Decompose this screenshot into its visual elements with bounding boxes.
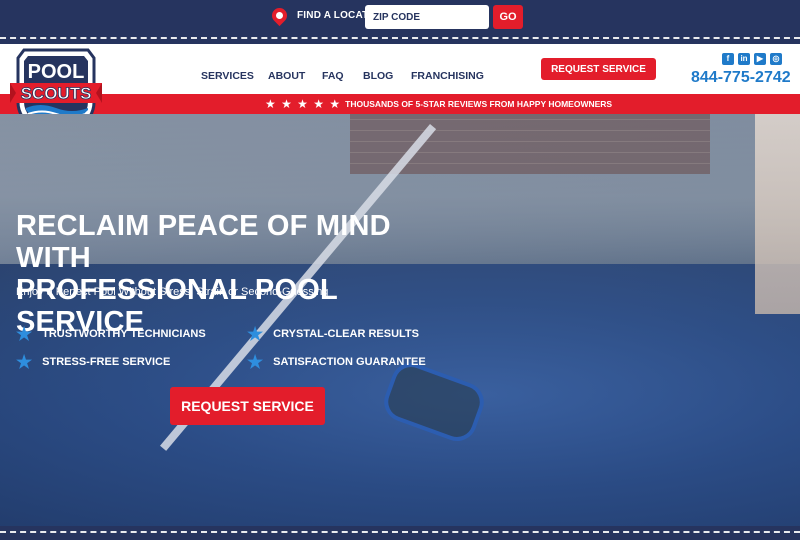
facebook-icon[interactable]: f [722, 53, 734, 65]
logo-line-pool: POOL [28, 61, 85, 83]
nav-item-faq[interactable]: FAQ [322, 70, 344, 82]
nav-item-services[interactable]: SERVICES [201, 70, 254, 82]
hero-background-person [755, 114, 800, 314]
star-rating-icon: ★ ★ ★ ★ ★ [265, 97, 342, 111]
star-icon: ★ [247, 352, 264, 372]
benefit-item: ★ STRESS-FREE SERVICE [16, 353, 170, 371]
zip-code-input[interactable] [365, 5, 489, 29]
star-icon: ★ [16, 352, 33, 372]
hero-subtitle: Enjoy a Perfect Pool Without Stress, Str… [16, 286, 329, 298]
location-bar: FIND A LOCATION GO [0, 0, 800, 44]
go-button[interactable]: GO [493, 5, 523, 29]
youtube-icon[interactable]: ▶ [754, 53, 766, 65]
hero-request-service-button[interactable]: REQUEST SERVICE [170, 387, 325, 425]
nav-item-blog[interactable]: BLOG [363, 70, 393, 82]
star-icon: ★ [16, 324, 33, 344]
phone-number[interactable]: 844-775-2742 [691, 69, 791, 87]
location-pin-icon [268, 4, 291, 27]
linkedin-icon[interactable]: in [738, 53, 750, 65]
benefit-label: STRESS-FREE SERVICE [42, 356, 171, 368]
request-service-button[interactable]: REQUEST SERVICE [541, 58, 656, 80]
hero-section: RECLAIM PEACE OF MIND WITH PROFESSIONAL … [0, 114, 800, 526]
logo-line-scouts: SCOUTS [21, 84, 92, 103]
main-nav: SERVICES ABOUT FAQ BLOG FRANCHISING REQU… [0, 44, 800, 94]
nav-item-about[interactable]: ABOUT [268, 70, 305, 82]
dashed-divider [0, 531, 800, 533]
reviews-strip: ★ ★ ★ ★ ★ THOUSANDS OF 5-STAR REVIEWS FR… [0, 94, 800, 114]
dashed-divider [0, 37, 800, 39]
bottom-bar [0, 526, 800, 540]
benefit-item: ★ CRYSTAL-CLEAR RESULTS [247, 325, 419, 343]
benefit-label: SATISFACTION GUARANTEE [273, 356, 426, 368]
benefit-label: TRUSTWORTHY TECHNICIANS [42, 328, 206, 340]
benefit-item: ★ SATISFACTION GUARANTEE [247, 353, 426, 371]
social-links: f in ▶ ◎ [722, 53, 782, 65]
hero-title: RECLAIM PEACE OF MIND WITH PROFESSIONAL … [16, 210, 436, 338]
instagram-icon[interactable]: ◎ [770, 53, 782, 65]
benefit-item: ★ TRUSTWORTHY TECHNICIANS [16, 325, 206, 343]
reviews-text: THOUSANDS OF 5-STAR REVIEWS FROM HAPPY H… [345, 99, 613, 109]
star-icon: ★ [247, 324, 264, 344]
hero-title-line-1: RECLAIM PEACE OF MIND WITH [16, 210, 391, 274]
nav-item-franchising[interactable]: FRANCHISING [411, 70, 484, 82]
benefit-label: CRYSTAL-CLEAR RESULTS [273, 328, 419, 340]
